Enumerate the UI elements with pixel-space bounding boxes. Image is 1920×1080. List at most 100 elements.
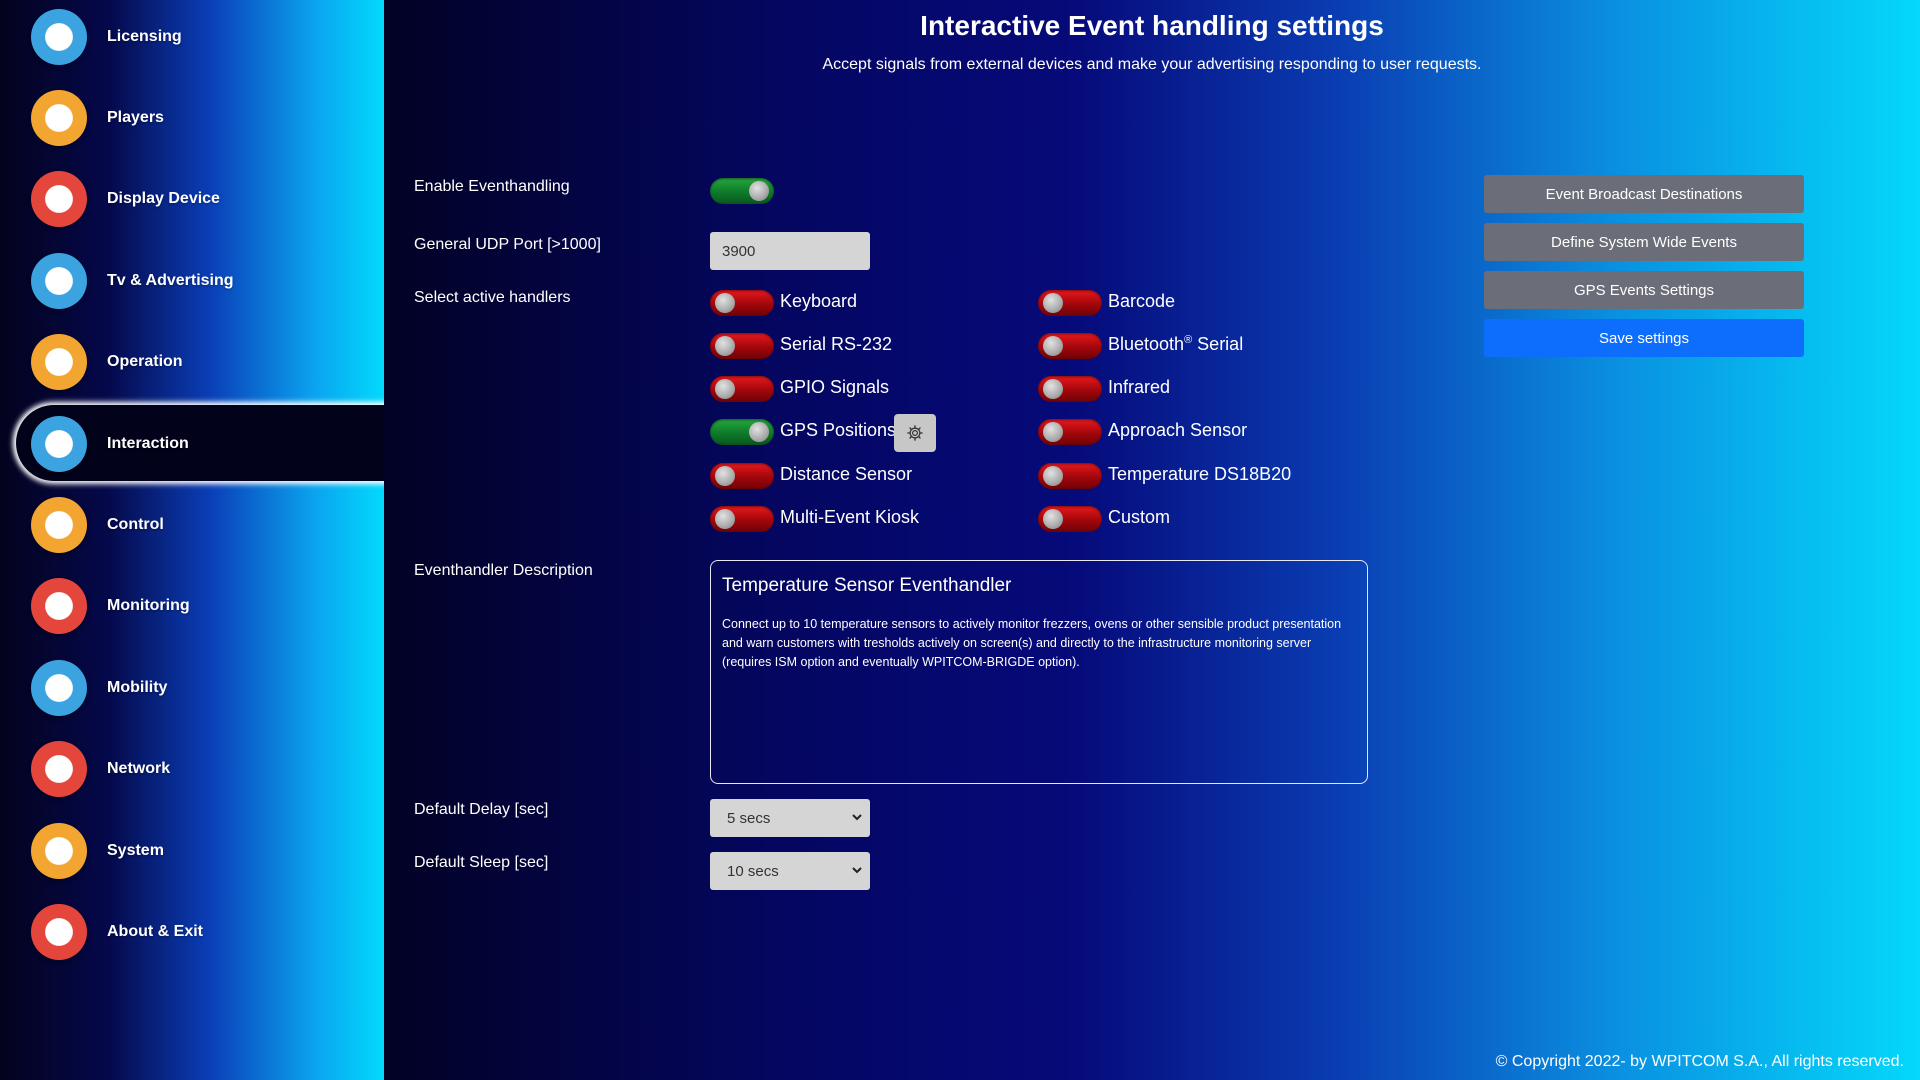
tv-advertising-icon (31, 252, 87, 309)
handler-label-text: Distance Sensor (780, 464, 913, 484)
main-panel: Interactive Event handling settings Acce… (384, 0, 1920, 1080)
handler-label-text: Custom (1108, 507, 1171, 527)
sidebar-item-display-device[interactable]: Display Device (0, 158, 384, 239)
license-document-icon (31, 8, 87, 65)
monitoring-magnifier-icon (31, 577, 87, 634)
handler-label-text: Bluetooth (1108, 334, 1185, 354)
handler-label: GPS Positions (780, 420, 896, 441)
handler-toggle-keyboard[interactable] (710, 290, 774, 316)
chevron-down-icon (852, 867, 862, 874)
handler-label: Custom (1108, 507, 1170, 528)
gps-events-settings-button[interactable]: GPS Events Settings (1484, 271, 1804, 309)
sidebar-item-label: Interaction (107, 434, 189, 452)
sidebar-item-control[interactable]: Control (0, 484, 384, 565)
sidebar-item-label: About & Exit (107, 922, 203, 940)
handler-label: Serial RS-232 (780, 334, 892, 355)
sidebar-item-network[interactable]: Network (0, 728, 384, 809)
default-sleep-label: Default Sleep [sec] (414, 854, 549, 871)
description-title: Temperature Sensor Eventhandler (722, 575, 1012, 596)
touch-screen-icon (31, 415, 87, 472)
handler-label-text: Serial RS-232 (780, 334, 893, 354)
handler-toggle-custom[interactable] (1038, 506, 1102, 532)
sidebar-item-players[interactable]: Players (0, 77, 384, 158)
sidebar-item-mobility[interactable]: Mobility (0, 647, 384, 728)
power-icon (31, 903, 87, 960)
chevron-down-icon (852, 814, 862, 821)
handler-label-text: Multi-Event Kiosk (780, 507, 920, 527)
default-delay-value: 5 secs (727, 809, 771, 827)
eventhandler-description-box: Temperature Sensor Eventhandler Connect … (710, 560, 1368, 784)
page-subtitle: Accept signals from external devices and… (822, 56, 1482, 73)
sidebar-item-operation[interactable]: Operation (0, 321, 384, 402)
handler-toggle-serial-rs-232[interactable] (710, 333, 774, 359)
save-settings-button[interactable]: Save settings (1484, 319, 1804, 357)
gps-settings-gear-button[interactable] (894, 414, 936, 452)
event-broadcast-destinations-button[interactable]: Event Broadcast Destinations (1484, 175, 1804, 213)
handler-toggle-distance-sensor[interactable] (710, 463, 774, 489)
sidebar-item-label: System (107, 841, 164, 859)
handler-toggle-approach-sensor[interactable] (1038, 419, 1102, 445)
handler-label: Approach Sensor (1108, 420, 1247, 441)
handler-label: GPIO Signals (780, 377, 889, 398)
handler-label: Barcode (1108, 291, 1175, 312)
default-delay-label: Default Delay [sec] (414, 801, 549, 818)
sidebar-item-label: Players (107, 108, 164, 126)
description-text: Connect up to 10 temperature sensors to … (722, 617, 1342, 669)
sidebar-item-interaction[interactable]: Interaction (0, 403, 416, 484)
handler-label: Infrared (1108, 377, 1170, 398)
handler-label-text: GPIO Signals (780, 377, 890, 397)
handler-label-suffix: Serial (1192, 334, 1244, 354)
sidebar: Licensing Players Display Device Tv & Adver… (0, 0, 416, 1080)
players-list-icon (31, 89, 87, 146)
handler-label: Temperature DS18B20 (1108, 464, 1291, 485)
handler-label-text: GPS Positions (780, 420, 897, 440)
gear-icon (907, 425, 923, 441)
registered-mark: ® (1184, 334, 1193, 346)
udp-port-label: General UDP Port [>1000] (414, 236, 601, 253)
globe-network-icon (31, 659, 87, 716)
clock-icon (31, 333, 87, 390)
sidebar-item-label: Mobility (107, 678, 168, 696)
sidebar-item-tv-advertising[interactable]: Tv & Advertising (0, 240, 384, 321)
handler-toggle-temperature-ds18b20[interactable] (1038, 463, 1102, 489)
handler-toggle-barcode[interactable] (1038, 290, 1102, 316)
sidebar-item-about-exit[interactable]: About & Exit (0, 891, 384, 972)
handler-toggle-gpio-signals[interactable] (710, 376, 774, 402)
sidebar-item-label: Display Device (107, 189, 220, 207)
control-panel-icon (31, 496, 87, 553)
copyright-text: © Copyright 2022- by WPITCOM S.A., All r… (1495, 1053, 1904, 1070)
enable-eventhandling-label: Enable Eventhandling (414, 178, 570, 195)
default-sleep-select[interactable]: 10 secs (710, 852, 870, 890)
page-title: Interactive Event handling settings (920, 10, 1384, 41)
sidebar-item-label: Monitoring (107, 596, 190, 614)
handler-label-text: Approach Sensor (1108, 420, 1248, 440)
display-device-icon (31, 170, 87, 227)
handler-label: Keyboard (780, 291, 857, 312)
select-handlers-label: Select active handlers (414, 289, 571, 306)
enable-eventhandling-toggle[interactable] (710, 178, 774, 204)
handler-toggle-bluetooth[interactable] (1038, 333, 1102, 359)
sidebar-item-licensing[interactable]: Licensing (0, 0, 384, 77)
handler-toggle-infrared[interactable] (1038, 376, 1102, 402)
handler-toggle-gps-positions[interactable] (710, 419, 774, 445)
handler-toggle-multi-event-kiosk[interactable] (710, 506, 774, 532)
handler-label-text: Keyboard (780, 291, 858, 311)
handler-label-text: Infrared (1108, 377, 1171, 397)
sidebar-item-label: Operation (107, 352, 183, 370)
system-login-icon (31, 822, 87, 879)
sidebar-item-label: Network (107, 759, 171, 777)
default-delay-select[interactable]: 5 secs (710, 799, 870, 837)
eventhandler-description-label: Eventhandler Description (414, 562, 593, 579)
sidebar-item-label: Control (107, 515, 164, 533)
define-system-wide-events-button[interactable]: Define System Wide Events (1484, 223, 1804, 261)
gear-network-icon (31, 740, 87, 797)
handler-label-text: Temperature DS18B20 (1108, 464, 1292, 484)
handler-label-text: Barcode (1108, 291, 1176, 311)
udp-port-input[interactable] (710, 232, 870, 270)
sidebar-item-system[interactable]: System (0, 810, 384, 891)
default-sleep-value: 10 secs (727, 862, 779, 880)
sidebar-item-monitoring[interactable]: Monitoring (0, 565, 384, 646)
sidebar-item-label: Tv & Advertising (107, 271, 234, 289)
sidebar-item-label: Licensing (107, 27, 182, 45)
handler-label: Multi-Event Kiosk (780, 507, 919, 528)
